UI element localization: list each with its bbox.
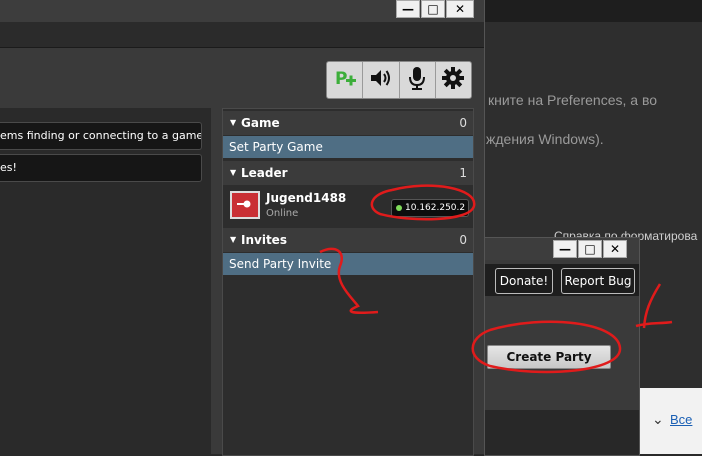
leader-name[interactable]: Jugend1488 (266, 191, 346, 205)
create-party-dialog: — □ ✕ Donate! Report Bug Create Party (484, 237, 640, 456)
donate-button[interactable]: Donate! (495, 268, 553, 294)
chevron-down-icon[interactable]: ⌄ (652, 412, 664, 428)
section-count: 0 (459, 116, 467, 130)
background-text-line: ждения Windows). (486, 131, 604, 147)
maximize-button[interactable]: □ (578, 240, 602, 258)
create-party-button[interactable]: Create Party (487, 345, 611, 369)
add-party-icon: P (333, 66, 357, 94)
avatar[interactable] (230, 191, 260, 219)
section-count: 1 (459, 166, 467, 180)
add-party-button[interactable]: P (327, 62, 364, 98)
ip-address: 10.162.250.2 (405, 203, 466, 213)
window-titlebar: — □ ✕ (0, 0, 484, 22)
section-label: Invites (241, 233, 287, 247)
background-text-line: кните на Preferences, а во (488, 92, 658, 108)
report-bug-button[interactable]: Report Bug (561, 268, 635, 294)
svg-text:P: P (335, 69, 347, 89)
dialog-titlebar: — □ ✕ (485, 238, 639, 260)
microphone-icon (407, 66, 427, 94)
section-label: Leader (241, 166, 288, 180)
collapse-triangle-icon: ▼ (230, 235, 237, 244)
volume-button[interactable] (363, 62, 400, 98)
maximize-button[interactable]: □ (421, 0, 445, 18)
collapse-triangle-icon: ▼ (230, 118, 237, 127)
message-panel: ems finding or connecting to a game. es! (0, 108, 211, 454)
info-message: es! (0, 154, 202, 182)
collapse-triangle-icon: ▼ (230, 168, 237, 177)
all-link[interactable]: Все (670, 412, 692, 427)
game-section-header[interactable]: ▼ Game 0 (223, 111, 473, 135)
section-count: 0 (459, 233, 467, 247)
ip-badge: 10.162.250.2 (391, 199, 469, 217)
minimize-button[interactable]: — (553, 240, 577, 258)
dialog-bottom-area (485, 410, 639, 455)
set-party-game-row[interactable]: Set Party Game (223, 136, 473, 158)
dialog-header-strip: Donate! Report Bug (485, 264, 639, 296)
minimize-button[interactable]: — (396, 0, 420, 18)
leader-status: Online (266, 208, 299, 219)
close-button[interactable]: ✕ (603, 240, 627, 258)
microphone-button[interactable] (400, 62, 436, 98)
window-menubar (0, 22, 484, 48)
online-dot-icon (396, 205, 402, 211)
party-panel: ▼ Game 0 Set Party Game ▼ Leader 1 Jugen… (222, 108, 474, 456)
background-topbar (484, 0, 702, 22)
invites-section-header[interactable]: ▼ Invites 0 (223, 228, 473, 252)
background-bottom-strip: ⌄ Все (634, 388, 702, 454)
leader-section-header[interactable]: ▼ Leader 1 (223, 161, 473, 185)
send-party-invite-row[interactable]: Send Party Invite (223, 253, 473, 275)
settings-button[interactable] (436, 62, 471, 98)
close-button[interactable]: ✕ (446, 0, 474, 18)
speaker-icon (369, 67, 393, 93)
toolbar: P (326, 61, 472, 99)
info-message: ems finding or connecting to a game. (0, 122, 202, 150)
party-app-window: — □ ✕ P ems finding or connecting to a g (0, 0, 485, 456)
set-party-game-label: Set Party Game (229, 140, 323, 154)
gear-icon (442, 67, 465, 93)
section-label: Game (241, 116, 280, 130)
send-party-invite-label: Send Party Invite (229, 257, 332, 271)
